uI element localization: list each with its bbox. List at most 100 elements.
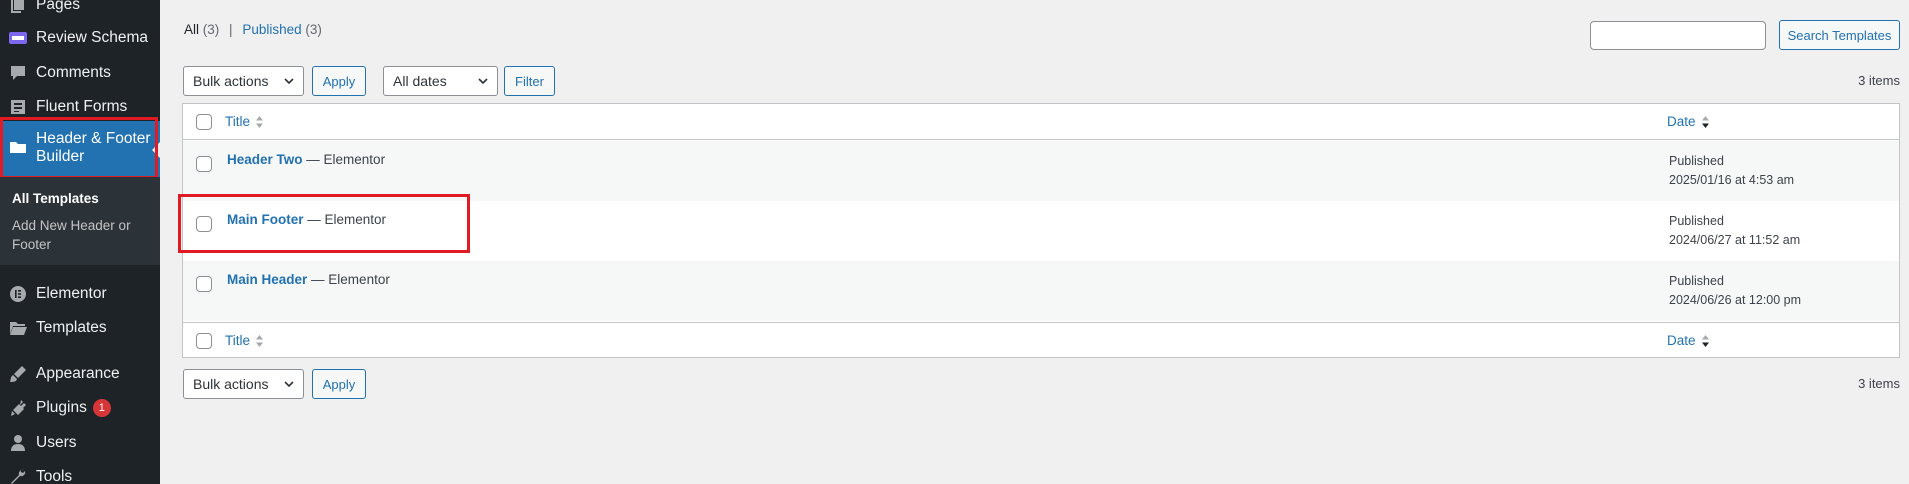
sort-desc-icon bbox=[1701, 334, 1709, 347]
filter-button[interactable]: Filter bbox=[504, 66, 555, 96]
menu-item-label: Appearance bbox=[36, 365, 120, 382]
comments-icon bbox=[0, 56, 36, 90]
sort-icon bbox=[256, 334, 264, 347]
column-date-header[interactable]: Date bbox=[1667, 114, 1710, 129]
menu-item-label: Users bbox=[36, 434, 77, 451]
pages-icon bbox=[0, 0, 36, 22]
row-timestamp: 2024/06/27 at 11:52 am bbox=[1669, 233, 1801, 247]
menu-item-header-footer-builder[interactable]: Header & Footer Builder bbox=[0, 121, 160, 177]
template-type: — Elementor bbox=[307, 212, 387, 227]
row-checkbox[interactable] bbox=[196, 156, 212, 172]
row-status: Published bbox=[1669, 214, 1724, 228]
row-checkbox[interactable] bbox=[196, 216, 212, 232]
menu-item-label: Fluent Forms bbox=[36, 98, 128, 115]
column-title-label: Title bbox=[225, 114, 251, 129]
table-row: Main Footer — Elementor Published 2024/0… bbox=[183, 201, 1899, 261]
column-title-header[interactable]: Title bbox=[225, 114, 264, 129]
wrench-icon bbox=[0, 460, 36, 484]
row-timestamp: 2024/06/26 at 12:00 pm bbox=[1669, 293, 1802, 307]
menu-item-label: Templates bbox=[36, 319, 107, 336]
row-status: Published bbox=[1669, 274, 1724, 288]
column-date-label: Date bbox=[1667, 114, 1696, 129]
menu-item-plugins[interactable]: Plugins 1 bbox=[0, 391, 160, 425]
submenu-item-all-templates[interactable]: All Templates bbox=[12, 189, 152, 208]
menu-item-label: Comments bbox=[36, 64, 111, 81]
chevron-down-icon bbox=[284, 78, 294, 85]
sort-icon bbox=[256, 115, 264, 128]
menu-item-label: Header & Footer Builder bbox=[36, 130, 151, 165]
menu-item-label: Tools bbox=[36, 468, 73, 484]
chevron-down-icon bbox=[284, 381, 294, 388]
row-title: Main Header — Elementor bbox=[227, 272, 390, 287]
items-count-bottom: 3 items bbox=[1858, 376, 1900, 391]
folder-open-icon bbox=[0, 311, 36, 345]
column-title-label: Title bbox=[225, 333, 251, 348]
menu-item-users[interactable]: Users bbox=[0, 426, 160, 460]
bulk-actions-select[interactable]: Bulk actions bbox=[183, 66, 304, 96]
menu-item-elementor[interactable]: Elementor bbox=[0, 277, 160, 311]
update-count-badge: 1 bbox=[92, 399, 111, 417]
menu-item-label: Plugins bbox=[36, 399, 87, 416]
column-date-footer[interactable]: Date bbox=[1667, 333, 1710, 348]
filter-published-link[interactable]: Published bbox=[242, 22, 301, 37]
templates-table: Title Date Header Two — Elementor Publis… bbox=[182, 103, 1900, 358]
apply-button-bottom[interactable]: Apply bbox=[312, 369, 366, 399]
column-date-label: Date bbox=[1667, 333, 1696, 348]
filter-published-count: (3) bbox=[305, 22, 322, 37]
search-templates-button[interactable]: Search Templates bbox=[1779, 20, 1900, 50]
menu-item-tools[interactable]: Tools bbox=[0, 460, 160, 484]
template-title-link[interactable]: Main Header bbox=[227, 272, 307, 287]
filter-separator: | bbox=[229, 22, 233, 37]
users-icon bbox=[0, 426, 36, 460]
row-date: Published 2025/01/16 at 4:53 am bbox=[1669, 152, 1794, 190]
table-row: Main Header — Elementor Published 2024/0… bbox=[183, 261, 1899, 321]
submenu-item-add-new[interactable]: Add New Header or Footer bbox=[12, 216, 152, 254]
date-filter-select[interactable]: All dates bbox=[383, 66, 498, 96]
menu-item-label: Elementor bbox=[36, 285, 107, 302]
search-input[interactable] bbox=[1590, 21, 1766, 50]
fluent-forms-icon bbox=[0, 90, 36, 124]
template-type: — Elementor bbox=[311, 272, 390, 287]
select-all-checkbox[interactable] bbox=[196, 114, 212, 130]
status-filter-links: All (3) | Published (3) bbox=[184, 22, 322, 37]
column-title-footer[interactable]: Title bbox=[225, 333, 264, 348]
menu-item-review-schema[interactable]: Review Schema bbox=[0, 21, 160, 55]
date-filter-value: All dates bbox=[393, 73, 447, 89]
row-title: Main Footer — Elementor bbox=[227, 212, 386, 227]
bulk-actions-select-bottom[interactable]: Bulk actions bbox=[183, 369, 304, 399]
elementor-icon bbox=[0, 277, 36, 311]
select-all-checkbox[interactable] bbox=[196, 333, 212, 349]
table-footer-row: Title Date bbox=[183, 322, 1899, 358]
bulk-actions-value: Bulk actions bbox=[193, 73, 269, 89]
row-timestamp: 2025/01/16 at 4:53 am bbox=[1669, 173, 1795, 187]
plugin-icon bbox=[0, 391, 36, 425]
row-status: Published bbox=[1669, 154, 1724, 168]
template-title-link[interactable]: Main Footer bbox=[227, 212, 304, 227]
row-checkbox[interactable] bbox=[196, 276, 212, 292]
review-schema-icon bbox=[0, 21, 36, 55]
submenu: All Templates Add New Header or Footer bbox=[0, 177, 160, 265]
filter-all-count: (3) bbox=[202, 22, 220, 37]
menu-item-templates[interactable]: Templates bbox=[0, 311, 160, 345]
template-title-link[interactable]: Header Two bbox=[227, 152, 303, 167]
table-header-row: Title Date bbox=[183, 104, 1899, 140]
template-type: — Elementor bbox=[306, 152, 386, 167]
menu-item-label: Review Schema bbox=[36, 29, 148, 46]
menu-item-comments[interactable]: Comments bbox=[0, 56, 160, 90]
chevron-down-icon bbox=[478, 78, 488, 85]
apply-button[interactable]: Apply bbox=[312, 66, 366, 96]
menu-item-label: Pages bbox=[36, 0, 80, 13]
admin-sidebar: Pages Review Schema Comments Fluent Form… bbox=[0, 0, 160, 484]
menu-item-appearance[interactable]: Appearance bbox=[0, 357, 160, 391]
row-date: Published 2024/06/26 at 12:00 pm bbox=[1669, 272, 1801, 310]
sort-desc-icon bbox=[1701, 115, 1709, 128]
menu-item-pages[interactable]: Pages bbox=[0, 0, 160, 22]
current-menu-arrow bbox=[152, 142, 160, 158]
filter-all-link[interactable]: All bbox=[184, 22, 199, 37]
folder-icon bbox=[0, 130, 36, 164]
paintbrush-icon bbox=[0, 357, 36, 391]
items-count: 3 items bbox=[1858, 73, 1900, 88]
row-title: Header Two — Elementor bbox=[227, 152, 385, 167]
menu-item-fluent-forms[interactable]: Fluent Forms bbox=[0, 90, 160, 124]
bulk-actions-value: Bulk actions bbox=[193, 376, 269, 392]
